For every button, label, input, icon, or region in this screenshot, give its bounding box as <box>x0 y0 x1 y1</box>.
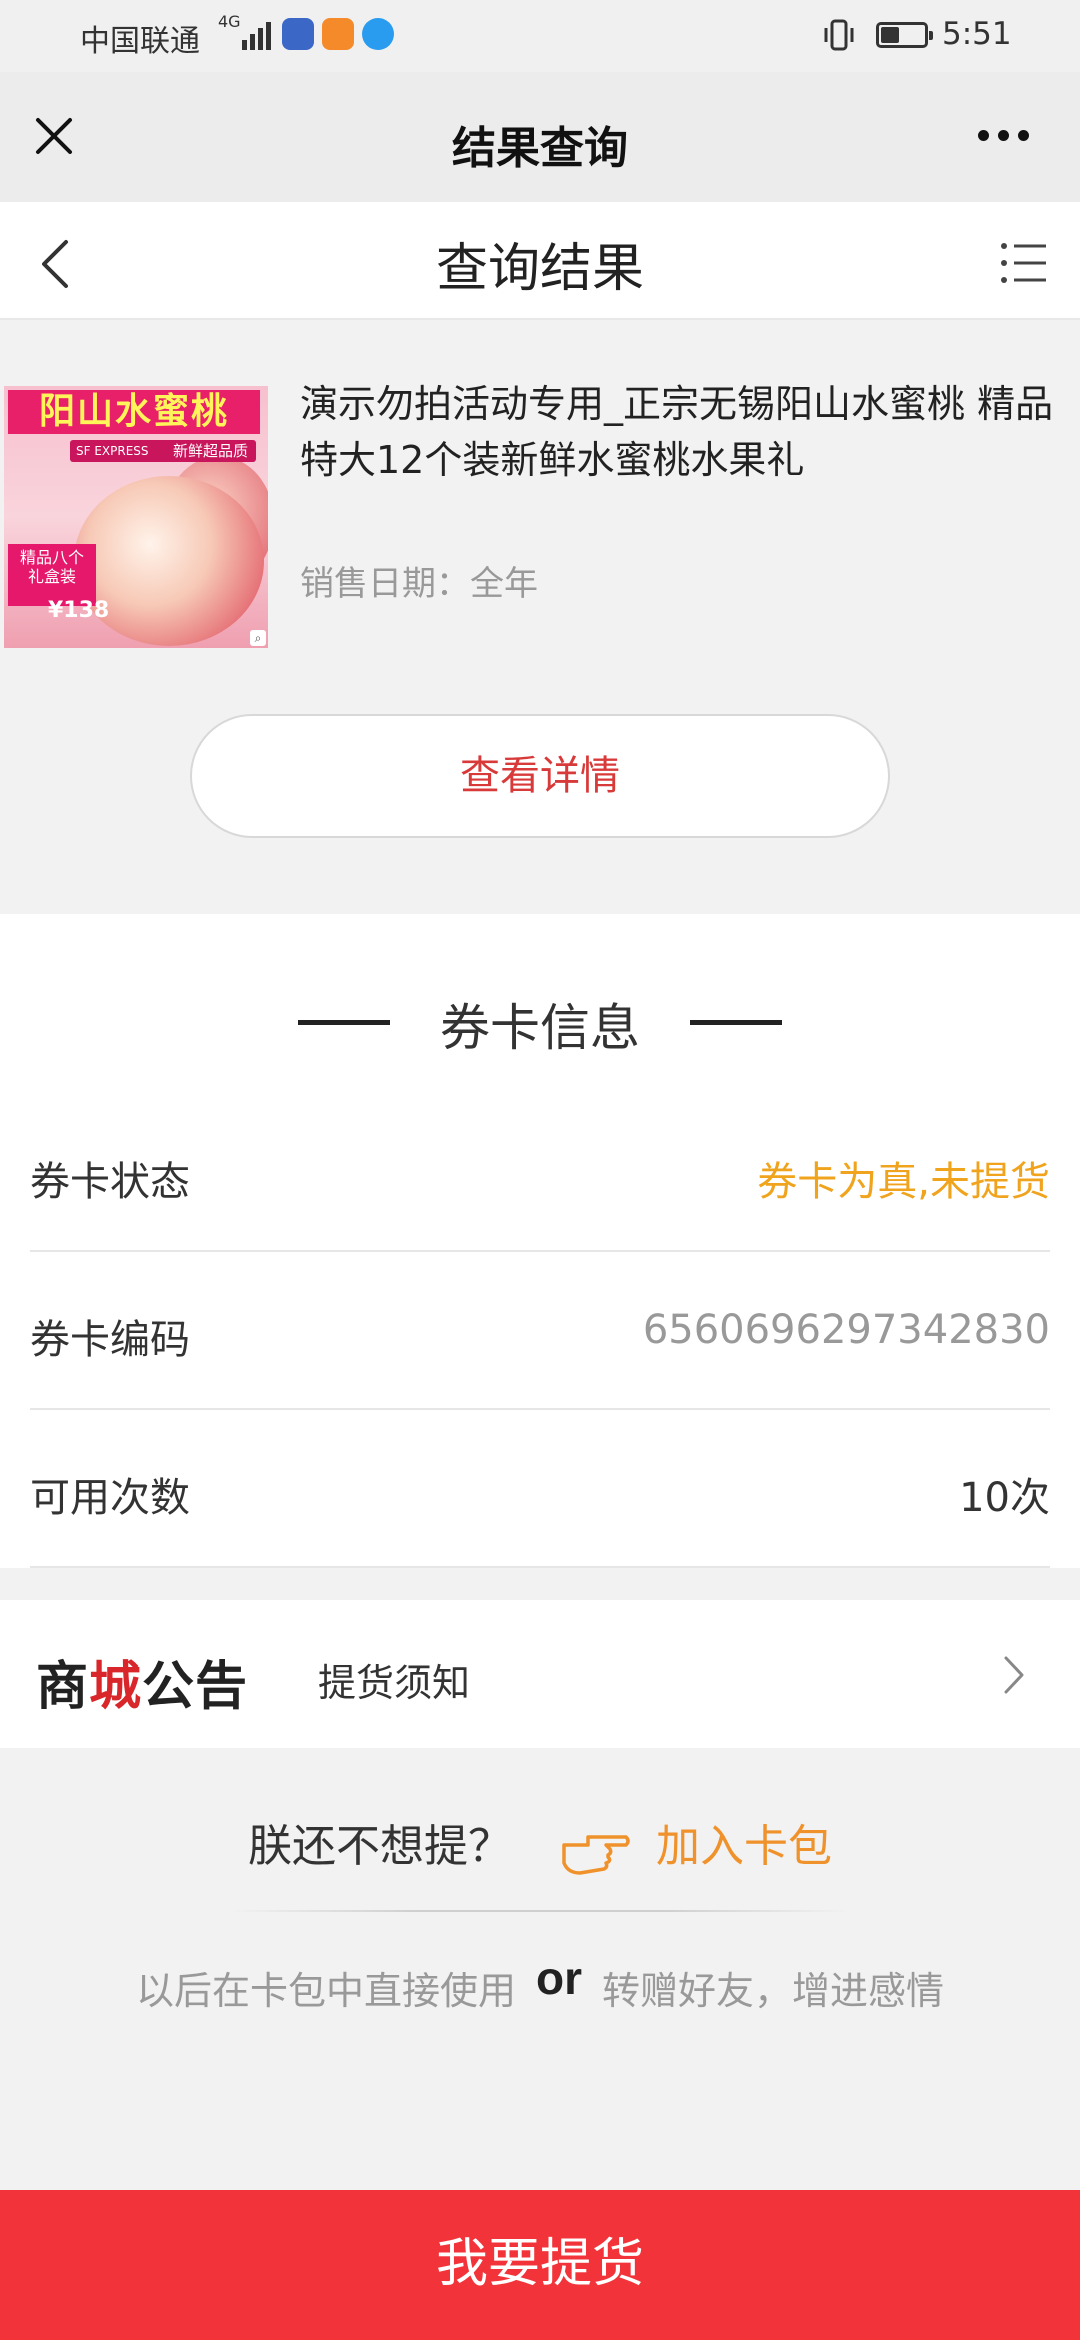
carrier-label: 中国联通 <box>80 24 200 59</box>
page-header: 查询结果 <box>0 202 1080 320</box>
logo-char: 公告 <box>142 1657 249 1717</box>
card-code-value: 6560696297342830 <box>642 1307 1050 1353</box>
section-title-text: 券卡信息 <box>440 999 640 1057</box>
title-divider-right <box>690 1020 782 1025</box>
view-details-button[interactable]: 查看详情 <box>190 714 890 838</box>
product-name[interactable]: 演示勿拍活动专用_正宗无锡阳山水蜜桃 精品特大12个装新鲜水蜜桃水果礼 <box>300 376 1060 488</box>
wallet-question: 朕还不想提？ <box>248 1821 512 1872</box>
logo-char: 城 <box>89 1657 143 1717</box>
video-app-icon <box>322 18 354 50</box>
tag-text: 新鲜超品质 <box>172 442 248 460</box>
card-status-value: 券卡为真,未提货 <box>757 1159 1050 1205</box>
zoom-icon: ⌕ <box>250 630 266 646</box>
title-divider-left <box>298 1020 390 1025</box>
badge-line-2: 礼盒装 <box>27 567 76 586</box>
wallet-hint: 以后在卡包中直接使用 or 转赠好友，增进感情 <box>0 1952 1080 2015</box>
pickup-notice-label: 提货须知 <box>318 1661 471 1705</box>
chevron-right-icon <box>1004 1656 1024 1694</box>
sale-date: 销售日期：全年 <box>300 564 538 604</box>
nav-title: 结果查询 <box>452 123 628 174</box>
card-info-section: 券卡信息 券卡状态 券卡为真,未提货 券卡编码 6560696297342830… <box>0 914 1080 1568</box>
list-icon[interactable] <box>1000 240 1048 286</box>
top-nav: 结果查询 <box>0 72 1080 202</box>
badge-line-1: 精品八个 <box>19 548 84 567</box>
product-image-tag: SF EXPRESS 新鲜超品质 <box>70 440 256 462</box>
section-title: 券卡信息 <box>0 988 1080 1060</box>
battery-icon <box>876 22 933 48</box>
mall-notice-logo: 商城公告 <box>36 1644 248 1719</box>
tieba-app-icon <box>282 18 314 50</box>
product-image-banner: 阳山水蜜桃 <box>8 390 260 434</box>
clock: 5:51 <box>942 16 1012 52</box>
product-image-price: ¥138 <box>48 598 110 623</box>
pointing-hand-icon <box>562 1835 630 1875</box>
express-mark: SF EXPRESS <box>76 444 149 458</box>
or-text: or <box>536 1952 582 2004</box>
product-image[interactable]: 阳山水蜜桃 SF EXPRESS 新鲜超品质 精品八个 礼盒装 ¥138 ⌕ <box>4 386 268 648</box>
status-bar: 中国联通 4G 5:51 <box>0 0 1080 72</box>
hint-after: 转赠好友，增进感情 <box>602 1969 945 2013</box>
row-label: 券卡状态 <box>30 1159 190 1205</box>
row-label: 可用次数 <box>30 1475 190 1521</box>
card-code-row: 券卡编码 6560696297342830 <box>30 1252 1050 1410</box>
vibrate-icon <box>824 19 854 51</box>
browser-app-icon <box>362 18 394 50</box>
hint-before: 以后在卡包中直接使用 <box>135 1969 516 2013</box>
card-status-row: 券卡状态 券卡为真,未提货 <box>30 1094 1050 1252</box>
add-to-wallet-link[interactable]: 加入卡包 <box>656 1821 832 1872</box>
usage-count-value: 10次 <box>959 1475 1050 1521</box>
mall-notice-row[interactable]: 商城公告 提货须知 <box>0 1600 1080 1748</box>
more-icon[interactable] <box>976 128 1032 144</box>
pickup-button[interactable]: 我要提货 <box>0 2190 1080 2340</box>
product-image-badge: 精品八个 礼盒装 <box>8 544 96 606</box>
divider <box>230 1910 850 1912</box>
usage-count-row: 可用次数 10次 <box>30 1410 1050 1568</box>
product-section: 阳山水蜜桃 SF EXPRESS 新鲜超品质 精品八个 礼盒装 ¥138 ⌕ 演示… <box>0 320 1080 914</box>
logo-char: 商 <box>36 1657 90 1717</box>
wallet-prompt: 朕还不想提？ 加入卡包 <box>0 1810 1080 1879</box>
page-title: 查询结果 <box>435 239 644 299</box>
row-label: 券卡编码 <box>30 1317 190 1363</box>
signal-icon <box>238 20 274 50</box>
